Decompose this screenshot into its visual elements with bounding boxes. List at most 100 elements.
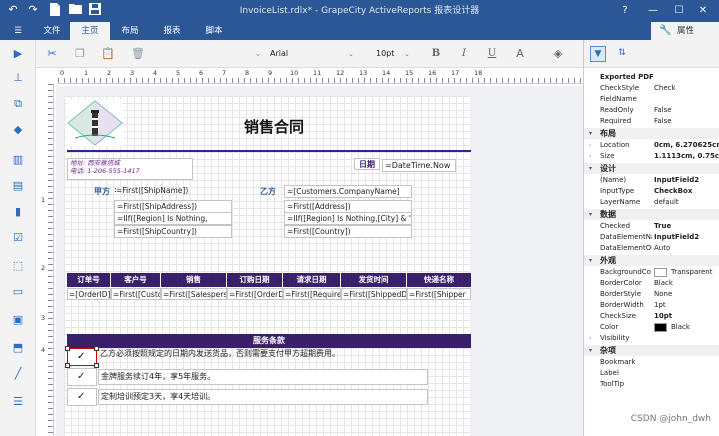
prop-row[interactable]: › Location 0cm, 6.270625cm xyxy=(584,140,719,151)
prop-row[interactable]: › Visibility xyxy=(584,333,719,344)
minimize-button[interactable]: — xyxy=(641,0,665,22)
category-appearance[interactable]: ▾ 外观 xyxy=(584,255,719,266)
prop-row[interactable]: (Name) InputField2 xyxy=(584,175,719,186)
table-cell[interactable]: =[OrderID] xyxy=(67,288,111,300)
prop-row[interactable]: Checked True xyxy=(584,221,719,232)
tab-script[interactable]: 脚本 xyxy=(198,22,230,40)
expand-icon[interactable]: › xyxy=(589,333,591,344)
chart-icon[interactable]: ▮ xyxy=(10,204,26,220)
prop-row[interactable]: ReadOnly False xyxy=(584,105,719,116)
prop-value[interactable]: Black xyxy=(654,278,719,289)
prop-row[interactable]: ToolTip xyxy=(584,379,719,390)
prop-row[interactable]: BorderColor Black xyxy=(584,278,719,289)
prop-value[interactable]: Black xyxy=(671,323,690,331)
table-header-cell[interactable]: 请求日期 xyxy=(283,273,341,287)
terms-header[interactable]: 服务条款 xyxy=(67,334,471,348)
table-cell[interactable]: =First([Custo xyxy=(111,288,161,300)
line-icon[interactable]: ╱ xyxy=(10,366,26,382)
party-b-country[interactable]: =First([Country]) xyxy=(284,225,412,238)
prop-value[interactable]: False xyxy=(654,116,719,127)
table-header-cell[interactable]: 销售 xyxy=(161,273,227,287)
group-icon[interactable]: ⧉ xyxy=(10,96,26,112)
list-icon[interactable]: ▤ xyxy=(10,178,26,194)
collapse-icon[interactable]: ▾ xyxy=(589,255,592,266)
prop-value[interactable]: Check xyxy=(654,83,719,94)
textbox-icon[interactable]: ▭ xyxy=(10,284,26,300)
design-canvas[interactable]: 销售合同 地址: 西安雁塔城 电话: 1-206-555-1417 日期 =Da… xyxy=(56,86,583,436)
tab-home[interactable]: 主页 xyxy=(70,22,110,40)
checkbox-icon[interactable]: ☑ xyxy=(10,230,26,246)
fill-color-icon[interactable]: ◈ xyxy=(550,46,566,62)
checkbox[interactable]: ✓ xyxy=(67,388,97,406)
category-data[interactable]: ▾ 数据 xyxy=(584,209,719,220)
party-b-company[interactable]: =[Customers.CompanyName] xyxy=(284,185,412,198)
container-icon[interactable]: ⬚ xyxy=(10,258,26,274)
prop-value[interactable]: 10pt xyxy=(654,311,719,322)
font-size-select[interactable]: 10pt xyxy=(376,45,416,63)
party-b-label[interactable]: 乙方 xyxy=(260,186,276,197)
category-misc[interactable]: ▾ 杂项 xyxy=(584,345,719,356)
copy-icon[interactable]: ❐ xyxy=(72,46,88,62)
prop-value[interactable]: CheckBox xyxy=(654,186,719,197)
chevron-down-icon[interactable]: ⌄ xyxy=(250,46,266,62)
font-name-select[interactable]: Arial xyxy=(270,45,360,63)
logo-image[interactable] xyxy=(67,100,123,146)
category-layout[interactable]: ▾ 布局 xyxy=(584,128,719,139)
party-a-region[interactable]: =IIf([Region] Is Nothing, xyxy=(114,212,232,225)
prop-row[interactable]: InputType CheckBox xyxy=(584,186,719,197)
input-field-icon[interactable]: ⬒ xyxy=(10,340,26,356)
barcode-icon[interactable]: ▥ xyxy=(10,152,26,168)
expand-icon[interactable]: › xyxy=(589,151,591,162)
cut-icon[interactable]: ✂ xyxy=(44,46,60,62)
table-cell[interactable]: =First([Shipper xyxy=(407,288,471,300)
prop-value[interactable]: False xyxy=(654,105,719,116)
image-icon[interactable]: ▣ xyxy=(10,312,26,328)
bold-button[interactable]: B xyxy=(428,46,444,62)
address-box[interactable]: 地址: 西安雁塔城 电话: 1-206-555-1417 xyxy=(67,158,193,180)
prop-value[interactable]: None xyxy=(654,289,719,300)
prop-value[interactable]: 1pt xyxy=(654,300,719,311)
hierarchy-icon[interactable]: ⊥ xyxy=(10,70,26,86)
prop-row[interactable]: Bookmark xyxy=(584,357,719,368)
font-color-icon[interactable]: A xyxy=(512,46,528,62)
tab-layout[interactable]: 布局 xyxy=(114,22,146,40)
expand-icon[interactable]: › xyxy=(589,140,591,151)
chevron-down-icon[interactable]: ⌄ xyxy=(348,45,354,63)
prop-row[interactable]: Label xyxy=(584,368,719,379)
chevron-down-icon[interactable]: ⌄ xyxy=(404,45,410,63)
maximize-button[interactable]: ☐ xyxy=(667,0,691,22)
close-button[interactable]: ✕ xyxy=(691,0,715,22)
checkbox-selected[interactable]: ✓ xyxy=(65,346,99,368)
report-title[interactable]: 销售合同 xyxy=(244,116,304,137)
date-field[interactable]: =DateTime.Now xyxy=(382,159,456,172)
prop-row[interactable]: Color Black xyxy=(584,322,719,333)
collapse-icon[interactable]: ▾ xyxy=(589,128,592,139)
table-header-cell[interactable]: 订购日期 xyxy=(227,273,283,287)
underline-button[interactable]: U xyxy=(484,46,500,62)
prop-value[interactable]: 1.1113cm, 0.75cm xyxy=(654,151,719,162)
checkbox[interactable]: ✓ xyxy=(67,368,97,386)
pointer-icon[interactable]: ▶ xyxy=(10,46,26,62)
table-cell[interactable]: =First([OrderD xyxy=(227,288,283,300)
category-design[interactable]: ▾ 设计 xyxy=(584,163,719,174)
term-text[interactable]: 定制培训预定3天，享4天培训。 xyxy=(98,389,428,405)
collapse-icon[interactable]: ▾ xyxy=(589,209,592,220)
prop-value[interactable]: True xyxy=(654,221,719,232)
party-a-country[interactable]: =First([ShipCountry]) xyxy=(114,225,232,238)
resize-handle[interactable] xyxy=(65,346,70,351)
table-cell[interactable]: =First([ShippedD xyxy=(341,288,407,300)
term-text[interactable]: 乙方必须按照规定的日期内发送货品，否则需要支付甲方超期费用。 xyxy=(98,348,470,362)
table-cell[interactable]: =First([Salespers xyxy=(161,288,227,300)
party-a-name[interactable]: =First([ShipName]) xyxy=(114,185,234,196)
tab-file[interactable]: 文件 xyxy=(36,22,68,40)
prop-row[interactable]: LayerName default xyxy=(584,197,719,208)
prop-row[interactable]: CheckSize 10pt xyxy=(584,311,719,322)
prop-value[interactable]: default xyxy=(654,197,719,208)
prop-row[interactable]: BackgroundCo Transparent xyxy=(584,267,719,278)
prop-row[interactable]: FieldName xyxy=(584,94,719,105)
properties-tab[interactable]: 🔧 属性 xyxy=(651,22,719,40)
paste-icon[interactable]: 📋 xyxy=(100,46,116,62)
tab-report[interactable]: 报表 xyxy=(156,22,188,40)
term-text[interactable]: 金牌服务续订4年，享5年服务。 xyxy=(98,369,428,385)
prop-row[interactable]: DataElementOu Auto xyxy=(584,243,719,254)
